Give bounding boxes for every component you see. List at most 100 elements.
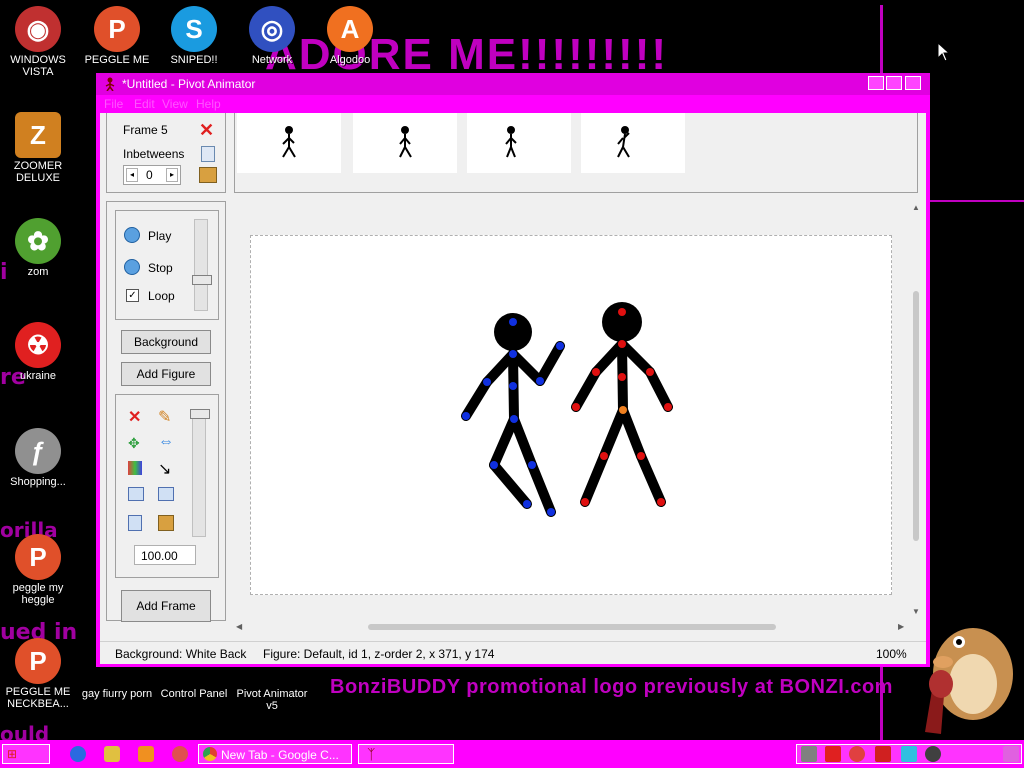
flip-figure-icon[interactable]: ⇔ xyxy=(158,433,174,451)
vertical-scrollbar[interactable]: ▲ ▼ xyxy=(910,201,922,621)
tray-check-icon[interactable] xyxy=(825,746,841,762)
window-titlebar[interactable]: *Untitled - Pivot Animator xyxy=(96,73,930,95)
menu-bar: File Edit View Help xyxy=(96,95,930,113)
join-figure-icon[interactable]: ↘ xyxy=(158,459,171,479)
show-desktop-icon[interactable] xyxy=(1003,746,1019,762)
copy-figure-icon[interactable] xyxy=(128,515,142,531)
horizontal-scrollbar[interactable]: ◀ ▶ xyxy=(234,621,910,633)
play-icon[interactable] xyxy=(124,227,140,243)
scroll-right-icon[interactable]: ▶ xyxy=(898,622,904,631)
delete-figure-icon[interactable]: ✕ xyxy=(128,407,141,427)
horizontal-scroll-thumb[interactable] xyxy=(368,624,776,630)
stop-icon[interactable] xyxy=(124,259,140,275)
desktop-icon-zoomer-deluxe[interactable]: Z ZOOMER DELUXE xyxy=(0,112,76,184)
system-tray xyxy=(796,744,1022,764)
frames-strip xyxy=(234,113,918,193)
speed-slider-track xyxy=(194,219,208,311)
taskbar-pivot-button[interactable]: ᛉ xyxy=(358,744,454,764)
frame-thumbnail-4[interactable] xyxy=(581,113,685,173)
menu-edit[interactable]: Edit xyxy=(134,97,155,111)
desktop-icon-peggle-me-neckbeard[interactable]: P PEGGLE ME NECKBEA... xyxy=(0,638,76,710)
frame-thumbnail-3[interactable] xyxy=(467,113,571,173)
taskbar: ⊞ New Tab - Google C... ᛉ xyxy=(0,740,1024,768)
desktop-icon-peggle-my-heggle[interactable]: P peggle my heggle xyxy=(0,534,76,606)
menu-view[interactable]: View xyxy=(162,97,188,111)
grow-figure-icon[interactable]: ✥ xyxy=(128,435,140,452)
desktop-icon-box[interactable]: gay fiurry porn xyxy=(79,668,155,700)
desktop-icon-ukraine[interactable]: ☢ ukraine xyxy=(0,322,76,382)
send-back-icon[interactable] xyxy=(158,487,174,501)
edit-figure-icon[interactable]: ✎ xyxy=(158,407,171,427)
mouse-cursor-icon xyxy=(937,42,951,62)
inbetweens-label: Inbetweens xyxy=(123,147,185,161)
status-zoom: 100% xyxy=(876,647,907,661)
copy-frame-icon[interactable] xyxy=(201,146,215,162)
desktop-icon-control-panel[interactable]: Control Panel xyxy=(156,668,232,700)
color-figure-icon[interactable] xyxy=(128,461,142,475)
paste-frame-icon[interactable] xyxy=(199,167,217,183)
zoomer-deluxe-icon: Z xyxy=(15,112,61,158)
window-title: *Untitled - Pivot Animator xyxy=(122,77,256,91)
quick-launch-app-icon[interactable] xyxy=(172,746,188,762)
menu-file[interactable]: File xyxy=(104,97,123,111)
scroll-up-icon[interactable]: ▲ xyxy=(912,203,920,212)
add-frame-button[interactable]: Add Frame xyxy=(121,590,211,622)
status-figure: Figure: Default, id 1, z-order 2, x 371,… xyxy=(263,647,495,661)
taskbar-chrome-label: New Tab - Google C... xyxy=(221,748,339,762)
tray-flag-icon[interactable] xyxy=(875,746,891,762)
maximize-button[interactable] xyxy=(886,76,902,90)
delete-frame-icon[interactable]: ✕ xyxy=(199,120,214,141)
tray-hamster-icon[interactable] xyxy=(801,746,817,762)
scale-input[interactable]: 100.00 xyxy=(134,545,196,565)
stick-figures[interactable] xyxy=(251,236,891,594)
tray-volume-icon[interactable] xyxy=(925,746,941,762)
desktop-icon-windows-vista[interactable]: ◉ WINDOWS VISTA xyxy=(0,6,76,78)
desktop-icon-sniped[interactable]: S SNIPED!! xyxy=(156,6,232,66)
minimize-button[interactable] xyxy=(868,76,884,90)
tray-search-icon[interactable] xyxy=(849,746,865,762)
start-button[interactable]: ⊞ xyxy=(2,744,50,764)
add-figure-button[interactable]: Add Figure xyxy=(121,362,211,386)
loop-checkbox[interactable]: ✓ xyxy=(126,289,139,302)
desktop-icon-pivot-animator[interactable]: Pivot Animator v5 xyxy=(234,668,310,712)
stop-label[interactable]: Stop xyxy=(148,261,173,275)
desktop-icon-shopping[interactable]: ƒ Shopping... xyxy=(0,428,76,488)
play-label[interactable]: Play xyxy=(148,229,171,243)
bring-front-icon[interactable] xyxy=(128,487,144,501)
loop-label[interactable]: Loop xyxy=(148,289,175,303)
spinner-left-icon[interactable]: ◂ xyxy=(126,168,138,182)
explorer-folder-icon[interactable] xyxy=(104,746,120,762)
desktop-icon-network[interactable]: ◎ Network xyxy=(234,6,310,66)
stick-figure-red xyxy=(571,302,673,507)
close-button[interactable] xyxy=(905,76,921,90)
scroll-left-icon[interactable]: ◀ xyxy=(236,622,242,631)
algodoo-icon: A xyxy=(327,6,373,52)
windows-vista-icon: ◉ xyxy=(15,6,61,52)
windows-logo-icon: ⊞ xyxy=(7,747,18,761)
hamster-buddy-icon[interactable] xyxy=(915,612,1015,740)
vertical-scroll-thumb[interactable] xyxy=(913,291,919,541)
spinner-right-icon[interactable]: ▸ xyxy=(166,168,178,182)
peggle-icon: P xyxy=(15,638,61,684)
desktop-icon-zom[interactable]: ✿ zom xyxy=(0,218,76,278)
pivot-taskbar-icon: ᛉ xyxy=(367,746,376,762)
scroll-down-icon[interactable]: ▼ xyxy=(912,607,920,616)
desktop-icon-peggle-me[interactable]: P PEGGLE ME xyxy=(79,6,155,66)
taskbar-chrome-button[interactable]: New Tab - Google C... xyxy=(198,744,352,764)
desktop-icon-algodoo[interactable]: A Algodoo xyxy=(312,6,388,66)
frame-thumbnail-1[interactable] xyxy=(237,113,341,173)
flower-icon: ✿ xyxy=(15,218,61,264)
background-button[interactable]: Background xyxy=(121,330,211,354)
internet-explorer-icon[interactable] xyxy=(70,746,86,762)
tray-network-icon[interactable] xyxy=(901,746,917,762)
animation-stage[interactable] xyxy=(250,235,892,595)
scale-slider-thumb[interactable] xyxy=(190,409,210,419)
speed-slider-thumb[interactable] xyxy=(192,275,212,285)
tools-panel: Play Stop ✓ Loop Background Add Figure ✕… xyxy=(106,201,226,622)
menu-help[interactable]: Help xyxy=(196,97,221,111)
frame-thumbnail-2[interactable] xyxy=(353,113,457,173)
stick-figure-blue xyxy=(461,313,565,517)
paste-figure-icon[interactable] xyxy=(158,515,174,531)
media-player-icon[interactable] xyxy=(138,746,154,762)
inbetweens-spinner[interactable]: ◂ 0 ▸ xyxy=(123,165,181,185)
